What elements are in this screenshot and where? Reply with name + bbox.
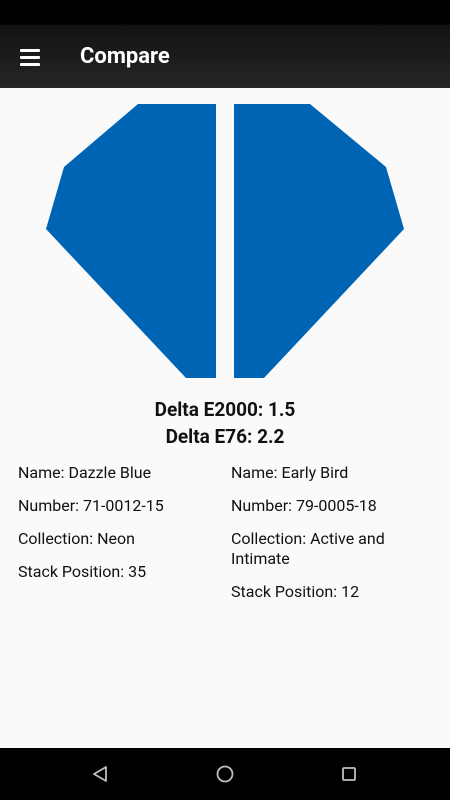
right-color-collection: Collection: Active and Intimate [231, 529, 385, 568]
menu-button[interactable] [10, 38, 50, 78]
delta-e76-label: Delta E76: 2.2 [165, 425, 285, 448]
hamburger-icon [20, 49, 40, 52]
left-color-stack-position: Stack Position: 35 [18, 562, 147, 581]
back-icon [93, 766, 107, 782]
recents-icon [342, 767, 356, 781]
system-navigation-bar [0, 748, 450, 800]
recents-button[interactable] [323, 748, 375, 800]
back-button[interactable] [74, 748, 126, 800]
left-color-number: Number: 71-0012-15 [18, 496, 164, 515]
color-swatch-comparison [46, 104, 404, 378]
home-icon [216, 765, 234, 783]
right-color-number: Number: 79-0005-18 [231, 496, 377, 515]
home-button[interactable] [199, 748, 251, 800]
left-color-swatch[interactable] [46, 104, 216, 378]
delta-e2000-label: Delta E2000: 1.5 [154, 398, 296, 421]
page-title: Compare [80, 44, 170, 69]
right-color-name: Name: Early Bird [231, 463, 349, 482]
right-color-details: Name: Early Bird Number: 79-0005-18 Coll… [231, 463, 431, 615]
left-color-details: Name: Dazzle Blue Number: 71-0012-15 Col… [18, 463, 218, 595]
right-color-swatch[interactable] [234, 104, 404, 378]
app-bar: Compare [0, 0, 450, 88]
left-color-collection: Collection: Neon [18, 529, 135, 548]
right-color-stack-position: Stack Position: 12 [231, 582, 360, 601]
left-color-name: Name: Dazzle Blue [18, 463, 152, 482]
